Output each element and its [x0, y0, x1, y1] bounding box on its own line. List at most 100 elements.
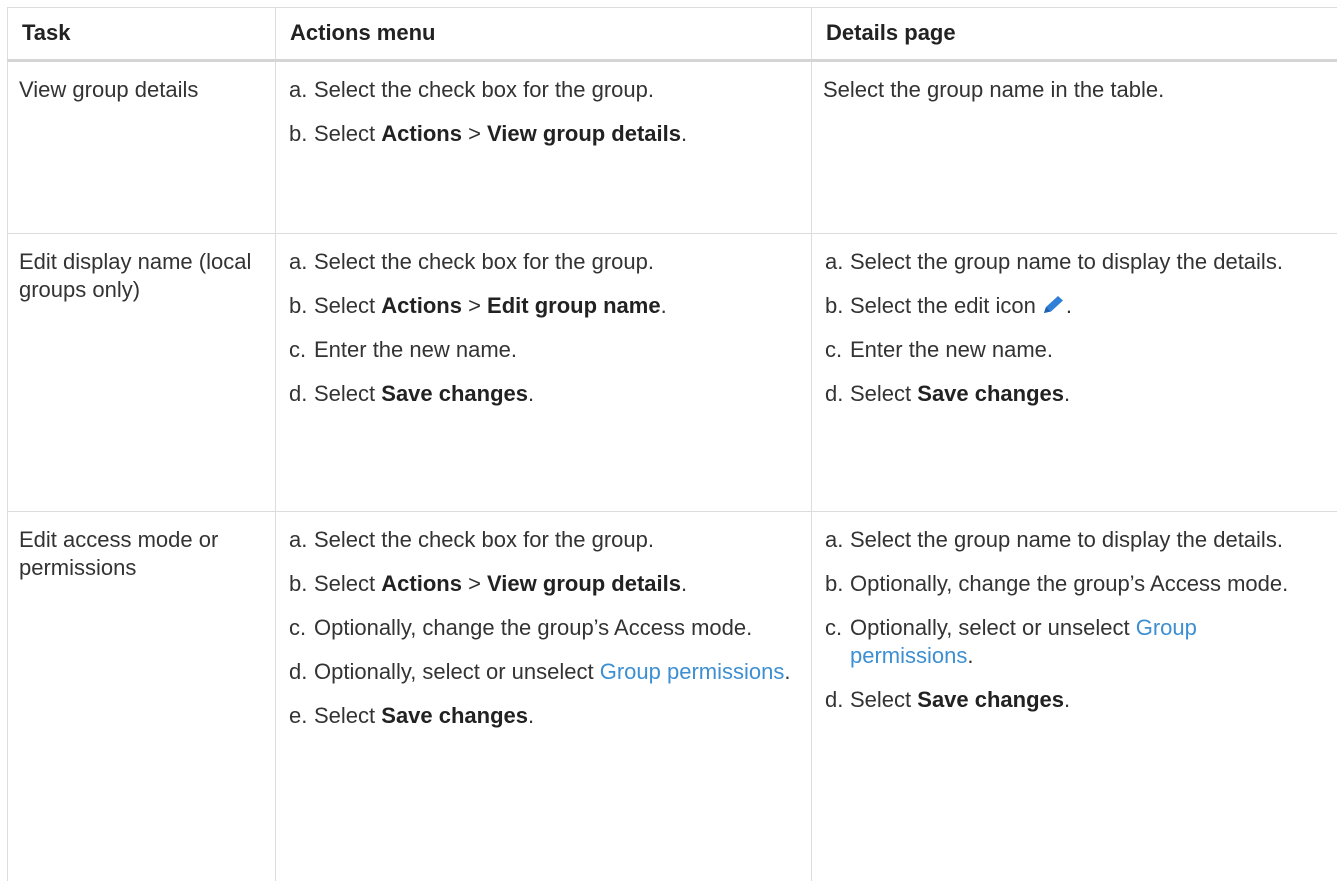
step-marker: b. [289, 120, 307, 148]
header-task: Task [8, 8, 276, 61]
step-list: a. Select the group name to display the d… [823, 526, 1326, 714]
table-row: View group details a. Select the check bo… [8, 61, 1337, 234]
menu-separator: > [462, 121, 487, 146]
step-item: c.Optionally, select or unselect Group p… [823, 614, 1326, 670]
step-marker: e. [289, 702, 307, 730]
table-row: Edit display name (local groups only) a.… [8, 234, 1337, 512]
step-text: Select [314, 121, 381, 146]
step-text: Select the check box for the group. [314, 249, 654, 274]
save-changes-label: Save changes [917, 687, 1064, 712]
actions-menu-label: Actions [381, 293, 462, 318]
step-item: a. Select the group name to display the d… [823, 248, 1326, 276]
step-item: b. Select Actions > Edit group name. [287, 292, 799, 320]
actions-menu-label: Actions [381, 121, 462, 146]
step-punct: . [528, 381, 534, 406]
step-punct: . [528, 703, 534, 728]
save-changes-label: Save changes [917, 381, 1064, 406]
step-marker: c. [289, 614, 306, 642]
step-item: d. Select Save changes. [823, 686, 1326, 714]
step-marker: a. [289, 76, 307, 104]
step-text: Select the check box for the group. [314, 77, 654, 102]
step-marker: d. [825, 686, 843, 714]
step-punct: . [1064, 687, 1070, 712]
step-punct: . [1064, 381, 1070, 406]
group-tasks-table: Task Actions menu Details page View grou… [7, 7, 1337, 881]
group-permissions-link[interactable]: Group permissions [600, 659, 785, 684]
step-list: a. Select the check box for the group. b.… [287, 526, 799, 730]
step-text: Optionally, change the group’s Access mo… [850, 571, 1288, 596]
details-page-cell: Select the group name in the table. [812, 61, 1337, 234]
step-marker: c. [825, 614, 842, 642]
step-item: b.Select Actions > View group details. [287, 570, 799, 598]
menu-item-label: Edit group name [487, 293, 661, 318]
step-item: a. Select the group name to display the d… [823, 526, 1326, 554]
step-list: a. Select the check box for the group. b.… [287, 76, 799, 148]
step-punct: . [681, 121, 687, 146]
step-marker: d. [825, 380, 843, 408]
step-item: a. Select the check box for the group. [287, 526, 799, 554]
step-text: Select [314, 571, 381, 596]
step-marker: b. [825, 292, 843, 320]
menu-separator: > [462, 293, 487, 318]
table-row: Edit access mode or permissions a. Select… [8, 512, 1337, 881]
step-text: Select [314, 381, 381, 406]
actions-menu-cell: a. Select the check box for the group. b.… [276, 512, 812, 881]
step-list: a. Select the check box for the group. b.… [287, 248, 799, 408]
header-details-page: Details page [812, 8, 1337, 61]
step-marker: a. [289, 248, 307, 276]
step-text: Select [314, 293, 381, 318]
menu-separator: > [462, 571, 487, 596]
step-marker: a. [825, 526, 843, 554]
step-marker: b. [289, 292, 307, 320]
step-marker: c. [289, 336, 306, 364]
step-item: e. Select Save changes. [287, 702, 799, 730]
actions-menu-cell: a. Select the check box for the group. b.… [276, 234, 812, 512]
step-punct: . [1066, 293, 1072, 318]
details-page-cell: a. Select the group name to display the d… [812, 512, 1337, 881]
step-text: Enter the new name. [314, 337, 517, 362]
pencil-icon [1040, 294, 1066, 316]
step-item: c. Optionally, change the group’s Access … [287, 614, 799, 642]
step-text: Optionally, change the group’s Access mo… [314, 615, 752, 640]
step-marker: a. [289, 526, 307, 554]
task-cell: Edit access mode or permissions [8, 512, 276, 881]
step-marker: b. [825, 570, 843, 598]
step-marker: d. [289, 380, 307, 408]
step-item: a. Select the check box for the group. [287, 248, 799, 276]
step-text: Select [850, 687, 917, 712]
step-marker: b. [289, 570, 307, 598]
step-punct: . [967, 643, 973, 668]
actions-menu-label: Actions [381, 571, 462, 596]
menu-item-label: View group details [487, 571, 681, 596]
step-text: Select [314, 703, 381, 728]
step-punct: . [661, 293, 667, 318]
step-item: b. Optionally, change the group’s Access … [823, 570, 1326, 598]
step-item: d. Optionally, select or unselect Group p… [287, 658, 799, 686]
header-actions-menu: Actions menu [276, 8, 812, 61]
step-text: Select [850, 381, 917, 406]
step-text: Optionally, select or unselect [850, 615, 1136, 640]
step-text: Optionally, select or unselect [314, 659, 600, 684]
step-item: d. Select Save changes. [287, 380, 799, 408]
step-item: d. Select Save changes. [823, 380, 1326, 408]
step-item: c.Enter the new name. [823, 336, 1326, 364]
step-text: Select the check box for the group. [314, 527, 654, 552]
task-cell: View group details [8, 61, 276, 234]
step-text: Select the group name to display the det… [850, 249, 1283, 274]
step-list: a. Select the group name to display the d… [823, 248, 1326, 408]
step-item: b. Select Actions > View group details. [287, 120, 799, 148]
step-item: c. Enter the new name. [287, 336, 799, 364]
step-text: Select the edit icon [850, 293, 1036, 318]
save-changes-label: Save changes [381, 381, 528, 406]
step-marker: c. [825, 336, 842, 364]
step-text: Select the group name to display the det… [850, 527, 1283, 552]
task-cell: Edit display name (local groups only) [8, 234, 276, 512]
step-marker: d. [289, 658, 307, 686]
actions-menu-cell: a. Select the check box for the group. b.… [276, 61, 812, 234]
step-item: a. Select the check box for the group. [287, 76, 799, 104]
step-item: b. Select the edit icon. [823, 292, 1326, 320]
step-punct: . [784, 659, 790, 684]
step-marker: a. [825, 248, 843, 276]
menu-item-label: View group details [487, 121, 681, 146]
save-changes-label: Save changes [381, 703, 528, 728]
